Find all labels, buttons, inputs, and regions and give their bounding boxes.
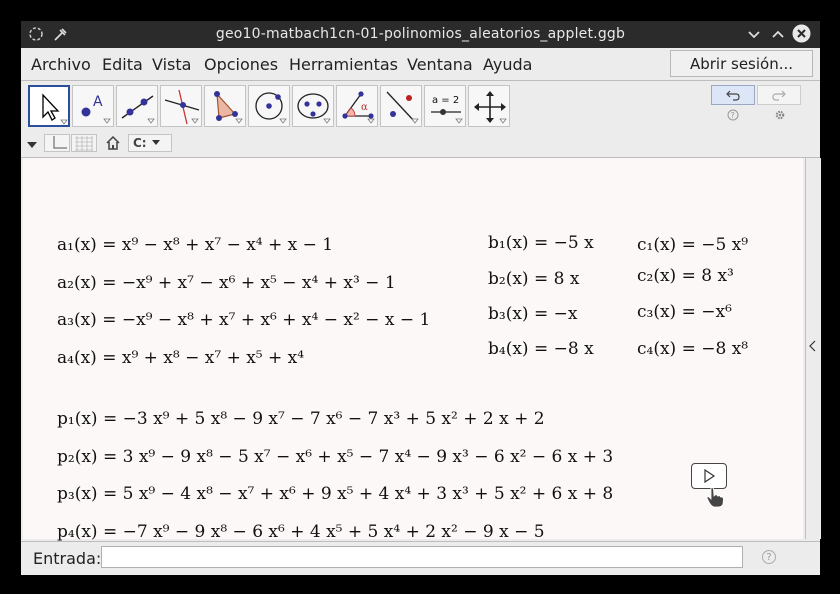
formula-p3[interactable]: p₃(x) = 5 x⁹ − 4 x⁸ − x⁷ + x⁶ + 9 x⁵ + 4…: [57, 484, 613, 504]
formula-c3[interactable]: c₃(x) = −x⁶: [637, 302, 732, 322]
undo-button[interactable]: [711, 85, 755, 105]
minimize-icon[interactable]: [746, 25, 762, 43]
window-title: geo10-matbach1cn-01-polinomios_aleatorio…: [215, 26, 626, 42]
formula-a1[interactable]: a₁(x) = x⁹ − x⁸ + x⁷ − x⁴ + x − 1: [57, 235, 333, 255]
formula-b2[interactable]: b₂(x) = 8 x: [488, 269, 579, 289]
formula-p2[interactable]: p₂(x) = 3 x⁹ − 9 x⁸ − 5 x⁷ − x⁶ + x⁵ − 7…: [57, 447, 613, 467]
conic-tool-button[interactable]: [292, 85, 334, 127]
move-view-tool-button[interactable]: [468, 85, 510, 127]
input-field[interactable]: [101, 546, 743, 568]
maximize-icon[interactable]: [770, 25, 786, 43]
perpendicular-tool-icon: [164, 89, 200, 125]
circle-tool-button[interactable]: [248, 85, 290, 127]
redo-button[interactable]: [757, 85, 801, 105]
menu-archivo[interactable]: Archivo: [31, 55, 91, 74]
settings-gear-icon[interactable]: [774, 109, 786, 124]
move-view-tool-icon: [474, 91, 507, 124]
conic-tool-icon: [297, 93, 331, 124]
grid-button[interactable]: [71, 134, 97, 152]
point-capture-icon: C:: [133, 136, 147, 150]
polygon-tool-icon: [214, 91, 243, 124]
formula-a4[interactable]: a₄(x) = x⁹ + x⁸ − x⁷ + x⁵ + x⁴: [57, 348, 304, 368]
slider-tool-icon: a = 2: [431, 95, 463, 124]
svg-text:?: ?: [731, 111, 735, 120]
slider-tool-button[interactable]: a = 2: [424, 85, 466, 127]
point-tool-button[interactable]: A: [72, 85, 114, 127]
slider-tool-label: a = 2: [432, 95, 459, 106]
menu-ventana[interactable]: Ventana: [407, 55, 473, 74]
grid-icon: [75, 136, 93, 151]
axes-icon: [53, 136, 67, 149]
reflect-tool-button[interactable]: [380, 85, 422, 127]
hand-cursor-icon: [705, 486, 727, 512]
formula-p4[interactable]: p₄(x) = −7 x⁹ − 9 x⁸ − 6 x⁶ + 4 x⁵ + 5 x…: [57, 522, 545, 542]
undo-icon: [726, 90, 740, 101]
login-button[interactable]: Abrir sesión...: [670, 50, 813, 77]
move-tool-button[interactable]: [28, 85, 70, 127]
title-bar: geo10-matbach1cn-01-polinomios_aleatorio…: [21, 21, 820, 48]
svg-text:A: A: [93, 94, 103, 110]
help-small-icon[interactable]: ?: [727, 109, 739, 124]
point-capture-button[interactable]: C:: [128, 134, 172, 152]
formula-a3[interactable]: a₃(x) = −x⁹ − x⁸ + x⁷ + x⁶ + x⁴ − x² − x…: [57, 310, 430, 330]
style-bar: C:: [21, 131, 820, 158]
input-help-icon[interactable]: ?: [762, 550, 776, 564]
redo-icon: [772, 90, 786, 101]
menu-opciones[interactable]: Opciones: [204, 55, 278, 74]
formula-p1[interactable]: p₁(x) = −3 x⁹ + 5 x⁸ − 9 x⁷ − 7 x⁶ − 7 x…: [57, 409, 545, 429]
play-icon: [704, 468, 716, 484]
toggle-style-bar-icon[interactable]: [26, 135, 38, 154]
menu-herramientas[interactable]: Herramientas: [289, 55, 398, 74]
angle-tool-button[interactable]: α: [336, 85, 378, 127]
menu-bar: Archivo Edita Vista Opciones Herramienta…: [21, 48, 820, 81]
formula-c2[interactable]: c₂(x) = 8 x³: [637, 266, 734, 286]
move-tool-icon: [42, 93, 68, 125]
axes-button[interactable]: [44, 134, 70, 152]
formula-c1[interactable]: c₁(x) = −5 x⁹: [637, 235, 748, 255]
line-tool-button[interactable]: [116, 85, 158, 127]
home-icon[interactable]: [106, 135, 120, 154]
graphics-view[interactable]: a₁(x) = x⁹ − x⁸ + x⁷ − x⁴ + x − 1 a₂(x) …: [23, 158, 803, 542]
input-bar: Entrada: ?: [21, 541, 820, 575]
input-label: Entrada:: [33, 549, 102, 568]
polygon-tool-button[interactable]: [204, 85, 246, 127]
perpendicular-tool-button[interactable]: [160, 85, 202, 127]
formula-b1[interactable]: b₁(x) = −5 x: [488, 233, 594, 253]
line-tool-icon: [121, 95, 155, 124]
formula-a2[interactable]: a₂(x) = −x⁹ + x⁷ − x⁶ + x⁵ − x⁴ + x³ − 1: [57, 273, 396, 293]
point-tool-icon: A: [81, 94, 111, 124]
app-window: geo10-matbach1cn-01-polinomios_aleatorio…: [21, 21, 821, 575]
dropdown-arrow-icon: [151, 140, 160, 145]
svg-text:α: α: [361, 102, 368, 113]
menu-ayuda[interactable]: Ayuda: [483, 55, 532, 74]
menu-edita[interactable]: Edita: [102, 55, 143, 74]
circle-tool-icon: [255, 92, 287, 124]
close-icon[interactable]: [792, 24, 811, 43]
formula-b3[interactable]: b₃(x) = −x: [488, 304, 577, 324]
formula-c4[interactable]: c₄(x) = −8 x⁸: [637, 339, 748, 359]
chevron-left-icon: [809, 340, 816, 352]
side-panel-toggle[interactable]: [805, 158, 821, 539]
menu-vista[interactable]: Vista: [152, 55, 191, 74]
formula-b4[interactable]: b₄(x) = −8 x: [488, 339, 594, 359]
tool-bar: A α a = 2 ?: [21, 81, 820, 131]
reflect-tool-icon: [386, 91, 419, 124]
angle-tool-icon: α: [342, 91, 375, 124]
